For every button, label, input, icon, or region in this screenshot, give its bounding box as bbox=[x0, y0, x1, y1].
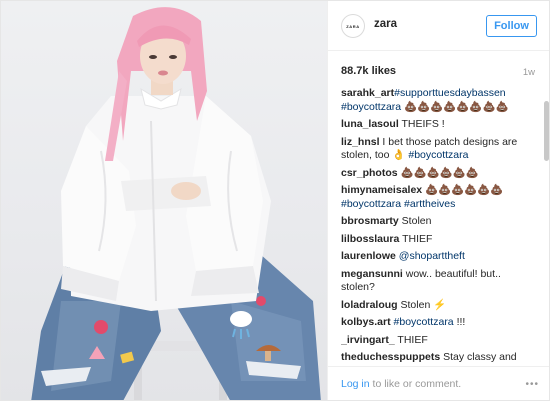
instagram-post: ZARA zara Follow 88.7k likes 1w sarahk_a… bbox=[0, 0, 550, 401]
post-header: ZARA zara Follow bbox=[328, 1, 549, 51]
comment-hashtag-link[interactable]: @shoparttheft bbox=[399, 250, 465, 262]
username-link[interactable]: zara bbox=[374, 18, 397, 30]
post-photo[interactable] bbox=[1, 1, 327, 400]
comment-item: laurenlowe @shoparttheft bbox=[341, 250, 537, 264]
comment-item: megansunni wow.. beautiful! but.. stolen… bbox=[341, 268, 537, 295]
comment-item: bbrosmarty Stolen bbox=[341, 215, 537, 229]
comment-text: THIEF bbox=[394, 333, 428, 346]
comment-hashtag-link[interactable]: #boycottzara bbox=[408, 149, 468, 161]
comment-item: _irvingart_ THIEF bbox=[341, 334, 537, 348]
comment-hashtag-link[interactable]: #boycottzara bbox=[394, 316, 454, 328]
comment-username[interactable]: kolbys.art bbox=[341, 316, 391, 328]
comment-username[interactable]: himynameisalex bbox=[341, 184, 422, 196]
comment-footer: Log in to like or comment. ••• bbox=[328, 366, 549, 400]
comment-text: Stolen bbox=[398, 215, 432, 227]
comment-item: luna_lasoul THEIFS ! bbox=[341, 118, 537, 132]
comment-hashtag-link[interactable]: #boycottzara #arttheives bbox=[341, 198, 455, 210]
comment-username[interactable]: bbrosmarty bbox=[341, 215, 399, 227]
comments-list[interactable]: sarahk_art#supporttuesdaybassen #boycott… bbox=[341, 87, 537, 365]
likes-count[interactable]: 88.7k likes bbox=[341, 65, 396, 77]
post-timestamp[interactable]: 1w bbox=[523, 67, 535, 78]
comment-text: Stay classy and bbox=[440, 351, 517, 363]
comment-text: Stolen ⚡ bbox=[397, 298, 447, 311]
comment-item: csr_photos 💩💩💩💩💩💩 bbox=[341, 167, 537, 181]
comment-username[interactable]: liz_hnsl bbox=[341, 136, 380, 148]
more-options-icon[interactable]: ••• bbox=[525, 379, 539, 390]
post-sidebar: ZARA zara Follow 88.7k likes 1w sarahk_a… bbox=[327, 1, 549, 400]
comment-text: 💩💩💩💩💩💩💩💩 bbox=[401, 100, 509, 113]
avatar[interactable]: ZARA bbox=[341, 14, 365, 38]
avatar-logo-text: ZARA bbox=[346, 23, 360, 29]
comment-text: THIEF bbox=[399, 232, 433, 245]
login-link[interactable]: Log in bbox=[341, 378, 370, 390]
comment-username[interactable]: _irvingart_ bbox=[341, 334, 395, 346]
comment-username[interactable]: sarahk_art bbox=[341, 87, 394, 99]
comment-text: THEIFS ! bbox=[398, 118, 445, 130]
comment-item: loladraloug Stolen ⚡ bbox=[341, 299, 537, 313]
comment-item: sarahk_art#supporttuesdaybassen #boycott… bbox=[341, 87, 537, 114]
login-prompt-text: to like or comment. bbox=[369, 378, 462, 390]
comment-username[interactable]: theduchesspuppets bbox=[341, 351, 440, 363]
comment-text: 💩💩💩💩💩💩 bbox=[397, 166, 479, 179]
login-prompt: Log in to like or comment. bbox=[341, 378, 461, 390]
comment-username[interactable]: lilbosslaura bbox=[341, 233, 399, 245]
comment-item: liz_hnsl I bet those patch designs are s… bbox=[341, 136, 537, 163]
comments-scrollbar[interactable] bbox=[544, 101, 549, 161]
follow-button[interactable]: Follow bbox=[486, 15, 537, 37]
comment-item: himynameisalex 💩💩💩💩💩💩 #boycottzara #artt… bbox=[341, 184, 537, 211]
comment-item: theduchesspuppets Stay classy and bbox=[341, 351, 537, 365]
comment-username[interactable]: megansunni bbox=[341, 268, 403, 280]
comment-username[interactable]: csr_photos bbox=[341, 167, 398, 179]
comment-username[interactable]: luna_lasoul bbox=[341, 118, 399, 130]
comment-text: 💩💩💩💩💩💩 bbox=[422, 184, 504, 196]
comment-text: !!! bbox=[453, 316, 466, 328]
comment-item: lilbosslaura THIEF bbox=[341, 233, 537, 247]
comment-username[interactable]: laurenlowe bbox=[341, 250, 396, 262]
comment-username[interactable]: loladraloug bbox=[341, 299, 398, 311]
model-illustration bbox=[31, 7, 321, 400]
comment-item: kolbys.art #boycottzara !!! bbox=[341, 316, 537, 330]
